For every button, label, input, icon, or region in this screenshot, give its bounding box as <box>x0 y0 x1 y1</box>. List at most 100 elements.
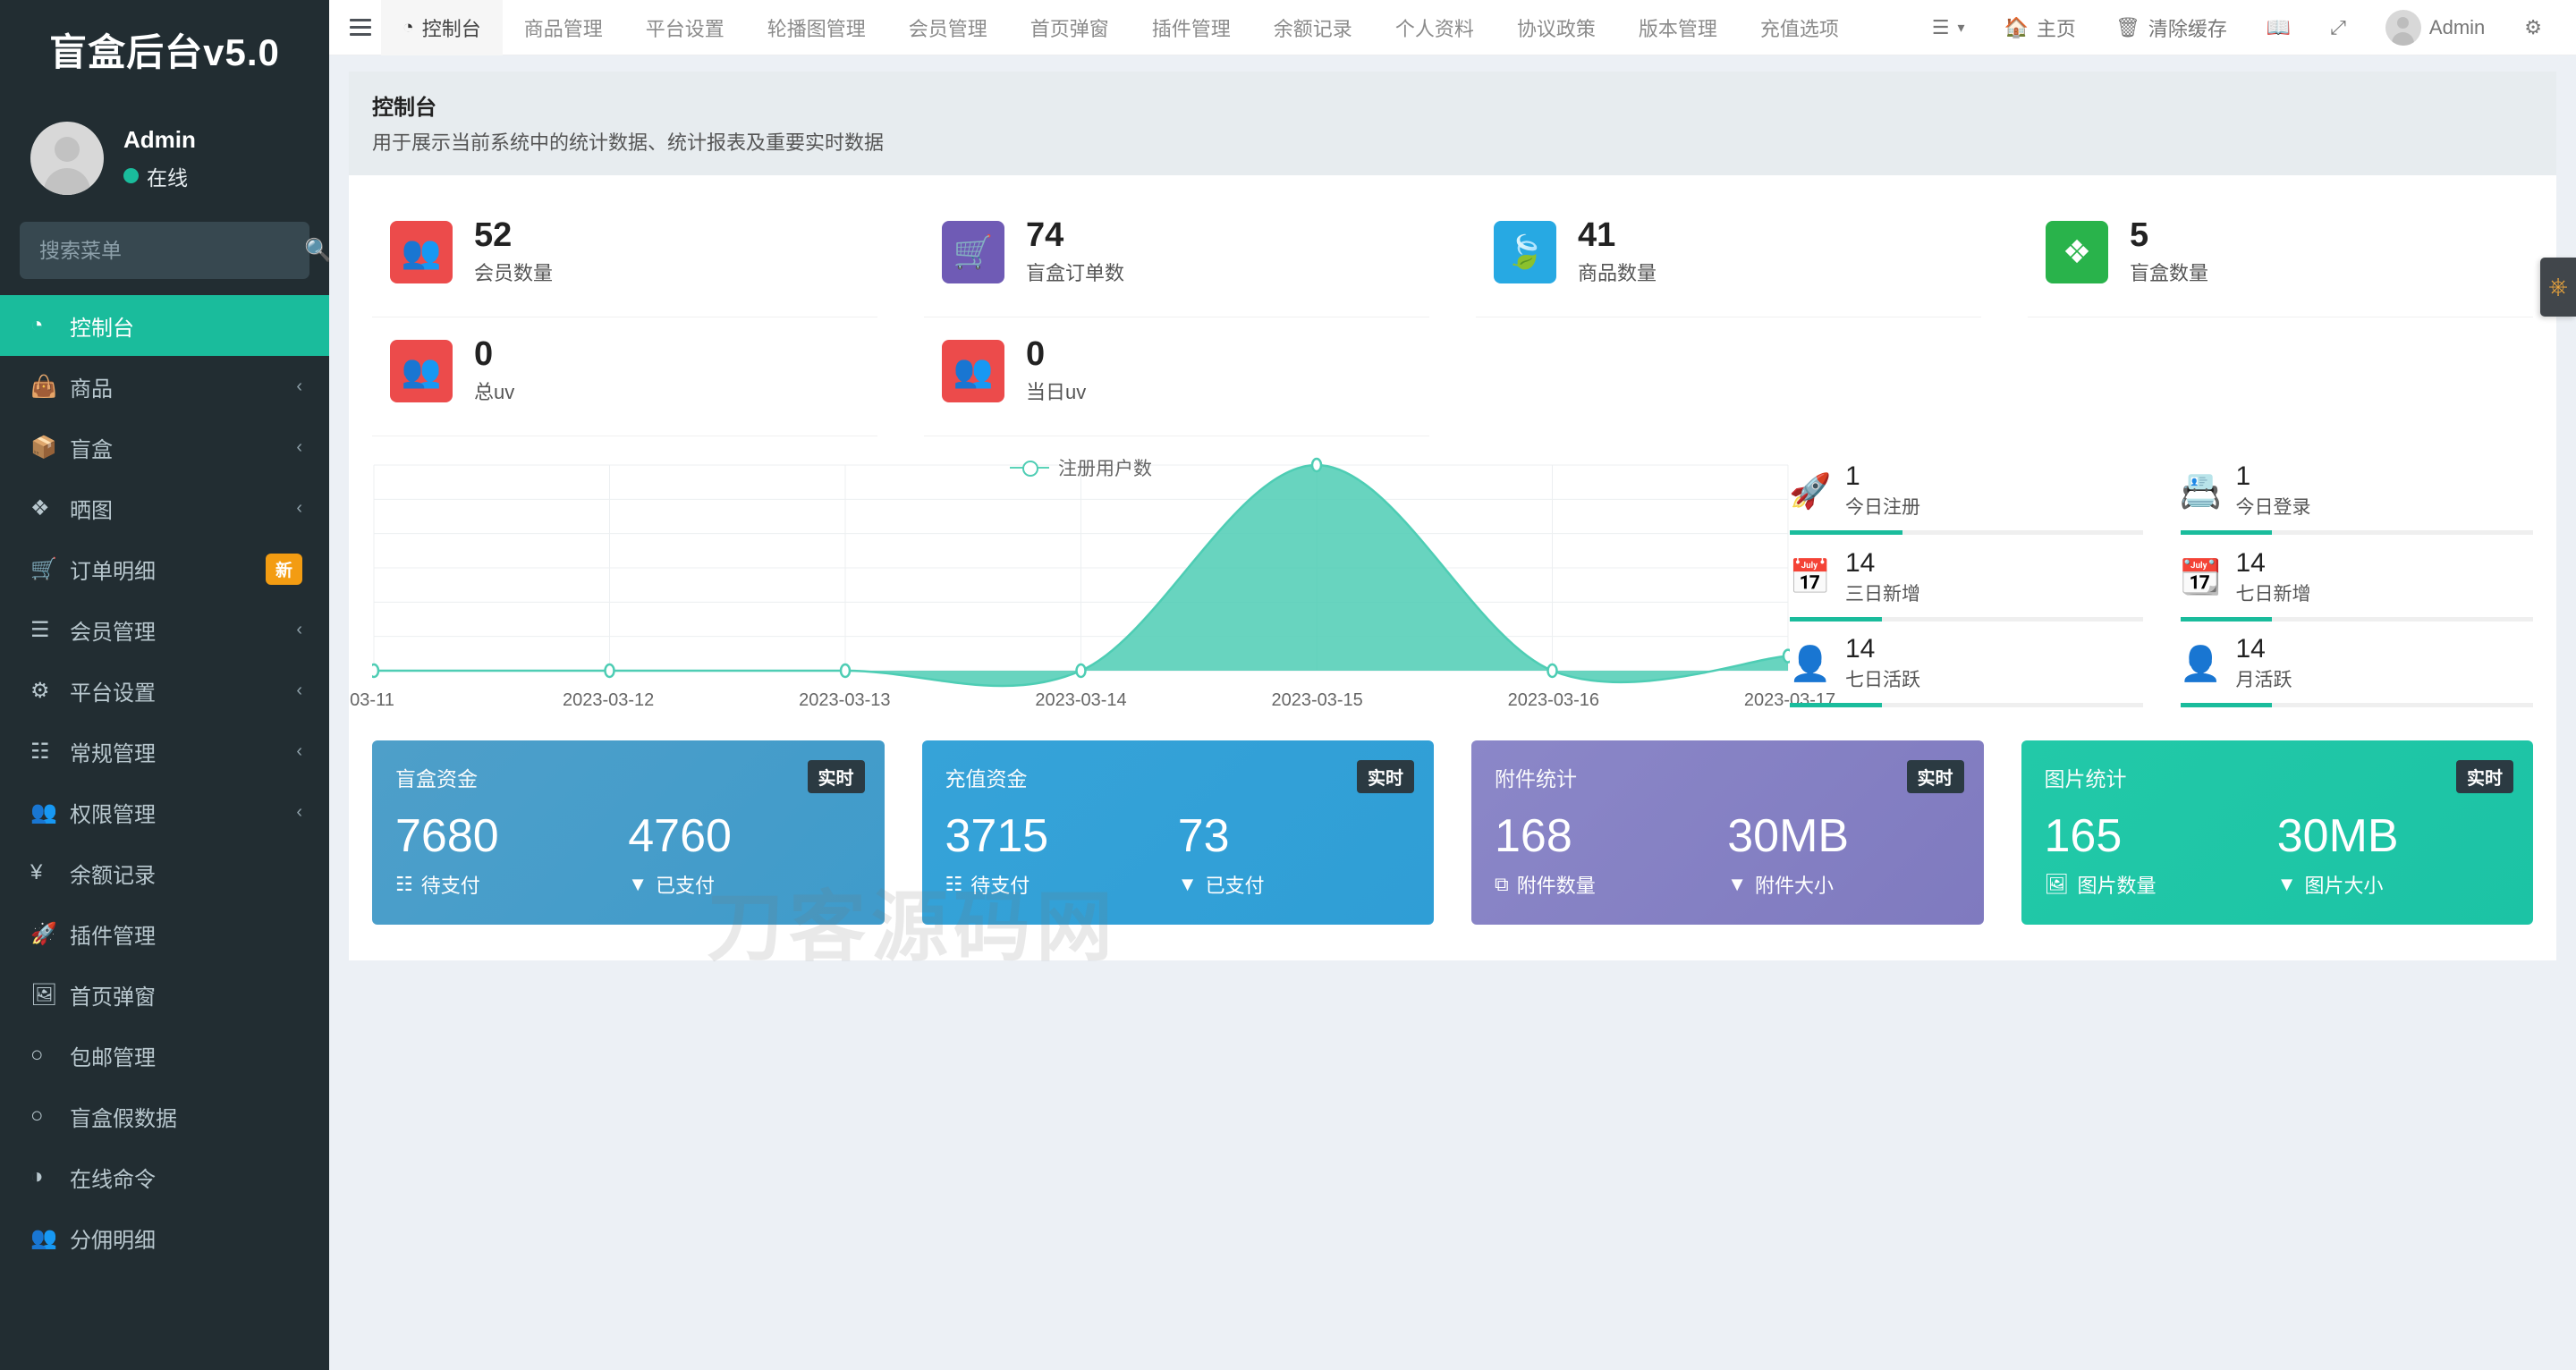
book-button[interactable]: 📖 <box>2247 0 2310 55</box>
sidebar-item-label: 订单明细 <box>70 559 156 584</box>
tab-3[interactable]: 轮播图管理 <box>746 0 887 55</box>
summary-card-1: 充值资金 实时 3715 ☷ 待支付 73 ▼ 已支付 <box>921 740 1434 925</box>
card-right-label: 已支付 <box>1205 874 1265 897</box>
stat-label: 盲盒数量 <box>2130 262 2209 284</box>
sidebar-item-3[interactable]: ❖ 晒图 ‹ <box>0 478 329 538</box>
sidebar-item-11[interactable]: 🖼 首页弹窗 <box>0 964 329 1025</box>
sidebar-item-4[interactable]: 🛒 订单明细 新 <box>0 538 329 599</box>
mini-stat-value: 14 <box>1845 547 1876 578</box>
book-icon: 📖 <box>2266 15 2292 38</box>
side-tab-usb[interactable]: ⎈ <box>2540 258 2576 317</box>
tab-2[interactable]: 平台设置 <box>624 0 746 55</box>
search-input[interactable] <box>39 238 304 263</box>
fullscreen-icon: ⤢ <box>2330 15 2346 38</box>
user-menu[interactable]: Admin <box>2366 0 2504 55</box>
home-button[interactable]: 🏠 主页 <box>1985 0 2096 55</box>
stat-value: 0 <box>1026 335 1046 373</box>
users-icon: 👥 <box>942 340 1004 402</box>
card-right-value: 30MB <box>2276 810 2399 862</box>
tab-list-dropdown[interactable]: ☰ ▾ <box>1912 0 1985 55</box>
chart-legend[interactable]: 注册用户数 <box>372 454 1790 481</box>
usb-icon: ⎈ <box>2548 273 2568 300</box>
sidebar-item-7[interactable]: ☷ 常规管理 ‹ <box>0 721 329 782</box>
chevron-right-icon: ‹ <box>296 740 302 761</box>
stat-value: 74 <box>1026 216 1064 254</box>
card-left-value: 3715 <box>945 810 1049 862</box>
user-panel[interactable]: Admin 在线 <box>0 98 329 218</box>
sidebar-item-8[interactable]: 👥 权限管理 ‹ <box>0 782 329 842</box>
tab-label: 协议政策 <box>1516 17 1596 40</box>
sidebar-item-14[interactable]: ◑ 在线命令 <box>0 1146 329 1207</box>
sidebar-item-1[interactable]: 👜 商品 ‹ <box>0 356 329 417</box>
clear-cache-button[interactable]: 🗑 清除缓存 <box>2096 0 2247 55</box>
sidebar-item-5[interactable]: ☰ 会员管理 ‹ <box>0 599 329 660</box>
tab-label: 充值选项 <box>1759 17 1839 40</box>
mini-stat-label: 今日注册 <box>1845 497 1920 518</box>
card-left-label: 附件数量 <box>1516 874 1596 897</box>
sidebar-item-0[interactable]: ◔ 控制台 <box>0 295 329 356</box>
tab-8[interactable]: 个人资料 <box>1374 0 1496 55</box>
tab-label: 首页弹窗 <box>1030 17 1109 40</box>
dropbox-icon: ❖ <box>2046 221 2108 283</box>
tab-label: 会员管理 <box>908 17 987 40</box>
tab-7[interactable]: 余额记录 <box>1252 0 1374 55</box>
user-status-label: 在线 <box>147 165 188 190</box>
tab-0[interactable]: ◔ 控制台 <box>381 0 503 55</box>
summary-card-3: 图片统计 实时 165 🖼 图片数量 30MB ▼ 图片大小 <box>2021 740 2533 925</box>
x-tick-2: 2023-03-13 <box>799 690 891 710</box>
image-icon: 🖼 <box>30 982 58 1007</box>
tab-label: 版本管理 <box>1638 17 1717 40</box>
filter-icon: ▼ <box>1727 872 1748 895</box>
tab-9[interactable]: 协议政策 <box>1496 0 1617 55</box>
card-left-value: 7680 <box>395 810 499 862</box>
sidebar-item-6[interactable]: ⚙ 平台设置 ‹ <box>0 660 329 721</box>
contrast-icon: ◑ <box>30 1164 44 1188</box>
tab-1[interactable]: 商品管理 <box>503 0 624 55</box>
x-tick-6: 2023-03-17 <box>1743 690 1836 710</box>
card-title: 图片统计 <box>2044 767 2127 791</box>
tab-6[interactable]: 插件管理 <box>1131 0 1252 55</box>
sidebar-item-15[interactable]: 👥 分佣明细 <box>0 1207 329 1268</box>
sidebar-item-2[interactable]: 📦 盲盒 ‹ <box>0 417 329 478</box>
realtime-badge: 实时 <box>1906 760 1964 793</box>
chart-x-axis: 03-11 2023-03-12 2023-03-13 2023-03-14 2023-… <box>350 690 1835 717</box>
sidebar-item-label: 商品 <box>70 376 113 402</box>
fullscreen-button[interactable]: ⤢ <box>2310 0 2366 55</box>
sidebar-item-12[interactable]: ○ 包邮管理 <box>0 1025 329 1086</box>
tab-label: 控制台 <box>421 17 481 40</box>
gear-icon: ⚙ <box>30 678 50 703</box>
stat-spacer <box>1476 317 1981 436</box>
cart-icon: 🛒 <box>942 221 1004 283</box>
search-icon[interactable]: 🔍 <box>304 238 329 264</box>
sidebar-item-9[interactable]: ¥ 余额记录 <box>0 842 329 903</box>
page-subtitle: 用于展示当前系统中的统计数据、统计报表及重要实时数据 <box>372 131 885 154</box>
hamburger-icon[interactable] <box>329 19 381 36</box>
stat-value: 5 <box>2130 216 2149 254</box>
mini-stat-label: 三日新增 <box>1845 583 1920 605</box>
tab-5[interactable]: 首页弹窗 <box>1009 0 1131 55</box>
stat-label: 盲盒订单数 <box>1026 262 1125 284</box>
tab-4[interactable]: 会员管理 <box>887 0 1009 55</box>
page-content: 控制台 用于展示当前系统中的统计数据、统计报表及重要实时数据 👥 52 会员数量 🛒 7… <box>329 55 2576 1370</box>
chevron-right-icon: ‹ <box>296 497 302 518</box>
user-circle-icon: 👤 <box>2179 645 2223 683</box>
sidebar-item-label: 分佣明细 <box>70 1228 156 1253</box>
realtime-badge: 实时 <box>2456 760 2513 793</box>
tab-11[interactable]: 充值选项 <box>1739 0 1860 55</box>
realtime-badge: 实时 <box>1357 760 1414 793</box>
search-box[interactable]: 🔍 <box>20 222 329 279</box>
sidebar-item-10[interactable]: 🚀 插件管理 <box>0 903 329 964</box>
tab-10[interactable]: 版本管理 <box>1617 0 1739 55</box>
id-card-icon: 📇 <box>2179 472 2223 511</box>
card-left-value: 165 <box>2044 810 2123 862</box>
summary-cards: 盲盒资金 实时 7680 ☷ 待支付 4760 ▼ 已支付 充值资金 实时 3715 ☷ 待支付 73 ▼ 已… <box>349 726 2556 960</box>
bag-icon: 👜 <box>30 374 57 399</box>
yen-icon: ¥ <box>30 860 43 884</box>
chevron-right-icon: ‹ <box>296 680 302 700</box>
home-label: 主页 <box>2036 17 2076 40</box>
chevron-right-icon: ‹ <box>296 436 302 457</box>
sidebar-item-13[interactable]: ○ 盲盒假数据 <box>0 1086 329 1146</box>
sidebar-item-label: 首页弹窗 <box>70 985 156 1010</box>
settings-button[interactable]: ⚙ <box>2504 0 2562 55</box>
stat-label: 当日uv <box>1026 381 1087 403</box>
